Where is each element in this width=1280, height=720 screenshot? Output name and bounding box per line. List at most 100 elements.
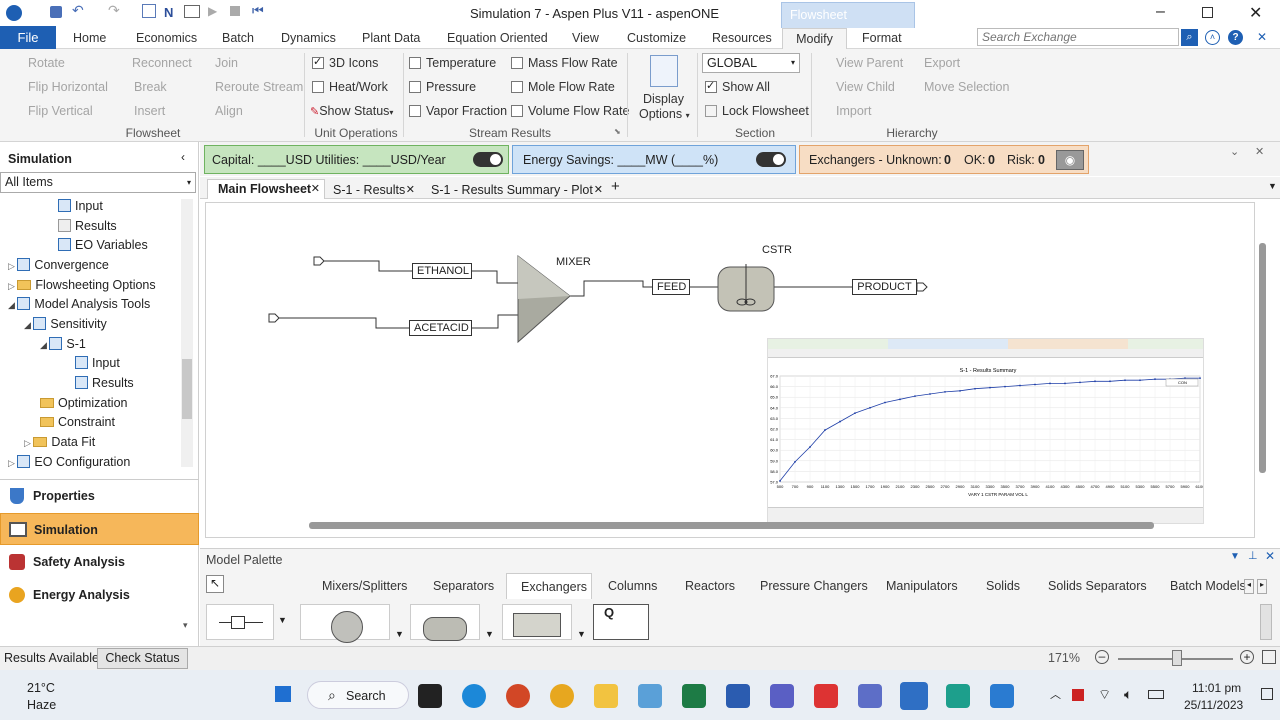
zoom-in-icon[interactable]: + xyxy=(1240,650,1254,664)
wifi-icon[interactable]: ⌔ xyxy=(1098,686,1111,704)
import-button[interactable]: Import xyxy=(836,104,871,118)
nav-energy-analysis[interactable]: Energy Analysis xyxy=(0,579,199,611)
close-icon[interactable]: ✕ xyxy=(1249,3,1262,23)
help-icon[interactable]: ? xyxy=(1228,30,1243,45)
volume-flow-checkbox[interactable]: Volume Flow Rate xyxy=(511,104,629,118)
tree-scrollbar[interactable] xyxy=(181,199,193,467)
zoom-slider-thumb[interactable] xyxy=(1172,650,1182,666)
tree-item-optimization[interactable]: Optimization xyxy=(40,396,127,410)
tab-close-icon[interactable]: ✕ xyxy=(311,180,320,198)
snipping-icon[interactable] xyxy=(858,684,882,708)
mheatx-model-icon[interactable] xyxy=(502,604,572,640)
palette-tab-mixers-splitters[interactable]: Mixers/Splitters xyxy=(322,579,407,593)
menu-equation-oriented[interactable]: Equation Oriented xyxy=(447,28,548,49)
start-icon[interactable] xyxy=(275,686,291,702)
display-options-button[interactable]: Options ▾ xyxy=(639,107,690,121)
powerpoint-icon[interactable] xyxy=(506,684,530,708)
tray-chevron-icon[interactable]: ︿ xyxy=(1050,686,1061,702)
mass-flow-checkbox[interactable]: Mass Flow Rate xyxy=(511,56,618,70)
palette-scroll-left-icon[interactable]: ◂ xyxy=(1244,579,1254,594)
palette-tab-exchangers[interactable]: Exchangers xyxy=(506,573,592,599)
move-selection-button[interactable]: Move Selection xyxy=(924,80,1009,94)
nav-properties[interactable]: Properties xyxy=(0,479,199,511)
chevron-down-icon[interactable]: ⌄ xyxy=(1230,145,1239,158)
palette-close-icon[interactable]: ✕ xyxy=(1265,549,1275,563)
menu-dynamics[interactable]: Dynamics xyxy=(281,28,336,49)
break-button[interactable]: Break xyxy=(134,80,167,94)
view-parent-button[interactable]: View Parent xyxy=(836,56,903,70)
tree-item-s1-input[interactable]: Input xyxy=(75,356,120,370)
exchangers-menu-icon[interactable]: ◉ xyxy=(1056,150,1084,170)
flowsheet-canvas[interactable]: ETHANOL ACETACID FEED PRODUCT MIXER CSTR… xyxy=(205,202,1266,538)
next-icon[interactable] xyxy=(142,4,156,18)
export-button[interactable]: Export xyxy=(924,56,960,70)
battery-icon[interactable] xyxy=(1148,690,1164,699)
join-button[interactable]: Join xyxy=(215,56,238,70)
chevron-down-icon[interactable]: ▼ xyxy=(395,629,404,639)
save-icon[interactable] xyxy=(50,6,62,18)
feed-stream[interactable] xyxy=(568,280,652,297)
insert-button[interactable]: Insert xyxy=(134,104,165,118)
ethanol-stream[interactable] xyxy=(324,260,413,272)
pressure-checkbox[interactable]: Pressure xyxy=(409,80,476,94)
tree-item-eo-variables[interactable]: EO Variables xyxy=(58,238,148,252)
close-bars-icon[interactable]: ✕ xyxy=(1255,145,1264,158)
temperature-checkbox[interactable]: Temperature xyxy=(409,56,496,70)
menu-home[interactable]: Home xyxy=(73,28,106,49)
heater-model-icon[interactable] xyxy=(300,604,390,643)
pdf-icon[interactable] xyxy=(814,684,838,708)
tree-item-eo-configuration[interactable]: ▷ EO Configuration xyxy=(8,455,130,469)
menu-plant-data[interactable]: Plant Data xyxy=(362,28,420,49)
feed-stream-label[interactable]: FEED xyxy=(652,279,690,295)
tree-item-results[interactable]: Results xyxy=(58,219,117,233)
filter-select[interactable]: All Items ▾ xyxy=(0,172,196,193)
zoom-fit-icon[interactable] xyxy=(1262,650,1276,664)
menu-format[interactable]: Format xyxy=(862,28,902,49)
canvas-horizontal-scrollbar[interactable] xyxy=(309,522,1154,529)
tree-item-sensitivity[interactable]: ◢ Sensitivity xyxy=(24,317,107,331)
section-select[interactable]: GLOBAL ▾ xyxy=(702,53,800,73)
ethanol-stream-label[interactable]: ETHANOL xyxy=(412,263,472,279)
energy-toggle[interactable] xyxy=(756,152,786,167)
palette-tab-pressure-changers[interactable]: Pressure Changers xyxy=(760,579,868,593)
word-icon[interactable] xyxy=(726,684,750,708)
view-child-button[interactable]: View Child xyxy=(836,80,895,94)
menu-batch[interactable]: Batch xyxy=(222,28,254,49)
material-stream-icon[interactable] xyxy=(206,604,274,640)
vapor-fraction-checkbox[interactable]: Vapor Fraction xyxy=(409,104,507,118)
heatx-model-icon[interactable] xyxy=(410,604,480,641)
palette-tab-manipulators[interactable]: Manipulators xyxy=(886,579,958,593)
tab-s1-results[interactable]: S-1 - Results ✕ xyxy=(327,181,419,199)
antivirus-icon[interactable] xyxy=(1072,689,1084,701)
chevron-down-icon[interactable]: ▼ xyxy=(577,629,586,639)
zoom-out-icon[interactable]: – xyxy=(1095,650,1109,664)
menu-customize[interactable]: Customize xyxy=(627,28,686,49)
tree-item-flowsheeting-options[interactable]: ▷ Flowsheeting Options xyxy=(8,278,156,292)
clock-date[interactable]: 25/11/2023 xyxy=(1184,698,1243,712)
product-stream-label[interactable]: PRODUCT xyxy=(852,279,917,295)
palette-tab-reactors[interactable]: Reactors xyxy=(685,579,735,593)
teams-icon[interactable] xyxy=(770,684,794,708)
select-pointer-icon[interactable]: ↖ xyxy=(206,575,224,593)
clock-time[interactable]: 11:01 pm xyxy=(1192,681,1241,695)
volume-icon[interactable]: 🔈︎ xyxy=(1124,686,1132,703)
tree-item-input[interactable]: Input xyxy=(58,199,103,213)
chevron-down-icon[interactable]: ▼ xyxy=(485,629,494,639)
tree-item-model-analysis-tools[interactable]: ◢ Model Analysis Tools xyxy=(8,297,150,311)
collapse-ribbon-icon[interactable]: ˄ xyxy=(1205,30,1220,45)
mole-flow-checkbox[interactable]: Mole Flow Rate xyxy=(511,80,615,94)
minimize-icon[interactable]: – xyxy=(1156,3,1165,21)
display-label[interactable]: Display xyxy=(643,92,684,106)
weather-desc[interactable]: Haze xyxy=(27,698,56,712)
palette-vertical-scrollbar[interactable] xyxy=(1260,604,1272,640)
3d-icons-checkbox[interactable]: 3D Icons xyxy=(312,55,378,70)
reset-icon[interactable]: ⏮ xyxy=(252,3,264,19)
tab-close-icon[interactable]: ✕ xyxy=(594,181,603,199)
stop-icon[interactable] xyxy=(230,6,240,16)
palette-tab-separators[interactable]: Separators xyxy=(433,579,494,593)
heat-stream-icon[interactable]: Q xyxy=(593,604,649,640)
palette-scroll-right-icon[interactable]: ▸ xyxy=(1257,579,1267,594)
lock-flowsheet-button[interactable]: Lock Flowsheet xyxy=(705,104,809,118)
more-nav-icon[interactable]: ▾ xyxy=(183,620,188,631)
show-all-checkbox[interactable]: Show All xyxy=(705,79,770,94)
